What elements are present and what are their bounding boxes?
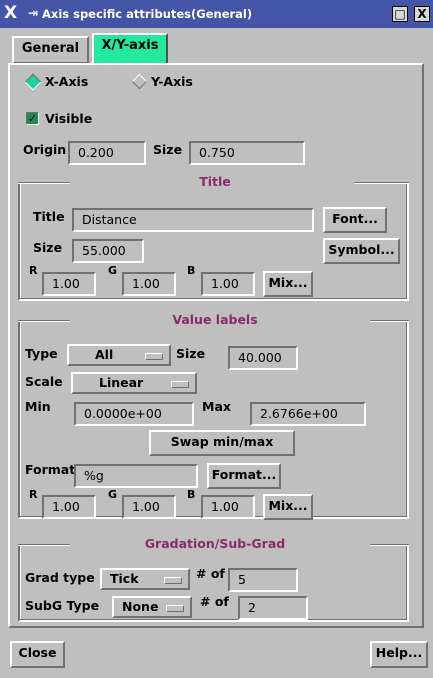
size-label: Size — [153, 142, 183, 157]
scale-select[interactable]: Linear — [71, 372, 197, 394]
subg-num-input[interactable]: 2 — [238, 596, 308, 620]
visible-label[interactable]: Visible — [45, 111, 92, 126]
close-button[interactable]: Close — [10, 641, 65, 668]
pin-icon[interactable]: ⇥ — [28, 6, 38, 20]
type-select[interactable]: All — [67, 344, 171, 366]
swap-min-max-button[interactable]: Swap min/max — [149, 430, 295, 456]
font-button[interactable]: Font... — [323, 207, 387, 233]
title-group-line-right — [355, 182, 409, 184]
title-size-label: Size — [33, 240, 63, 255]
option-menu-indicator-icon — [171, 381, 189, 388]
title-size-input[interactable]: 55.000 — [72, 239, 144, 263]
dialog-window: X ⇥ Axis specific attributes(General) □ … — [0, 0, 433, 678]
min-input[interactable]: 0.0000e+00 — [74, 402, 194, 426]
min-label: Min — [25, 399, 51, 414]
grad-type-select-value: Tick — [110, 571, 139, 586]
value-r-input[interactable]: 1.00 — [42, 495, 96, 519]
format-label: Format — [25, 462, 76, 477]
title-b-label: B — [187, 264, 196, 277]
value-labels-line-right — [370, 320, 409, 322]
value-r-label: R — [29, 488, 38, 501]
scale-select-value: Linear — [99, 375, 144, 390]
grad-num-input[interactable]: 5 — [228, 568, 298, 592]
grad-type-select[interactable]: Tick — [100, 568, 190, 590]
format-input[interactable]: %g — [74, 464, 198, 488]
visible-checkbox-icon[interactable]: ✓ — [26, 112, 39, 125]
gradation-heading: Gradation/Sub-Grad — [144, 536, 286, 551]
format-button[interactable]: Format... — [207, 463, 281, 489]
subg-type-select-value: None — [122, 599, 159, 614]
subg-type-label: SubG Type — [25, 598, 100, 613]
value-g-label: G — [108, 488, 118, 501]
value-mix-button[interactable]: Mix... — [263, 494, 313, 520]
option-menu-indicator-icon — [145, 353, 163, 360]
value-b-input[interactable]: 1.00 — [201, 495, 255, 519]
size-input[interactable]: 0.750 — [189, 141, 305, 165]
close-window-button[interactable]: X — [414, 6, 430, 22]
title-b-input[interactable]: 1.00 — [201, 272, 255, 296]
title-r-label: R — [29, 264, 38, 277]
type-select-value: All — [95, 347, 114, 362]
max-label: Max — [202, 399, 231, 414]
grad-type-label: Grad type — [25, 570, 95, 585]
value-size-label: Size — [176, 346, 206, 361]
tab-xy-axis[interactable]: X/Y-axis — [92, 33, 168, 64]
title-input[interactable]: Distance — [72, 208, 314, 232]
y-axis-label[interactable]: Y-Axis — [151, 74, 193, 89]
window-title: Axis specific attributes(General) — [42, 7, 253, 21]
grad-num-label: # of — [196, 566, 225, 581]
value-b-label: B — [187, 488, 196, 501]
scale-label: Scale — [25, 374, 63, 389]
title-label: Title — [33, 209, 65, 224]
value-labels-heading: Value labels — [172, 312, 258, 327]
title-group-line-left — [18, 182, 70, 184]
type-label: Type — [25, 346, 58, 361]
tab-general[interactable]: General — [12, 36, 89, 64]
origin-input[interactable]: 0.200 — [68, 141, 146, 165]
help-button[interactable]: Help... — [370, 641, 428, 668]
title-group-heading: Title — [199, 174, 231, 189]
title-r-input[interactable]: 1.00 — [42, 272, 96, 296]
title-g-input[interactable]: 1.00 — [122, 272, 176, 296]
origin-label: Origin — [23, 142, 67, 157]
max-input[interactable]: 2.6766e+00 — [250, 402, 366, 426]
maximize-button[interactable]: □ — [392, 6, 408, 22]
gradation-line-right — [370, 544, 409, 546]
option-menu-indicator-icon — [164, 577, 182, 584]
x-axis-label[interactable]: X-Axis — [45, 74, 88, 89]
value-labels-line-left — [18, 320, 70, 322]
gradation-line-left — [18, 544, 70, 546]
option-menu-indicator-icon — [166, 605, 184, 612]
subg-type-select[interactable]: None — [112, 596, 192, 618]
title-mix-button[interactable]: Mix... — [263, 271, 313, 297]
subg-num-label: # of — [200, 594, 229, 609]
symbol-button[interactable]: Symbol... — [323, 238, 400, 264]
title-bar[interactable]: X ⇥ Axis specific attributes(General) □ … — [0, 0, 433, 28]
value-g-input[interactable]: 1.00 — [122, 495, 176, 519]
x-logo-icon[interactable]: X — [4, 3, 17, 23]
title-g-label: G — [108, 264, 118, 277]
value-size-input[interactable]: 40.000 — [228, 346, 298, 370]
